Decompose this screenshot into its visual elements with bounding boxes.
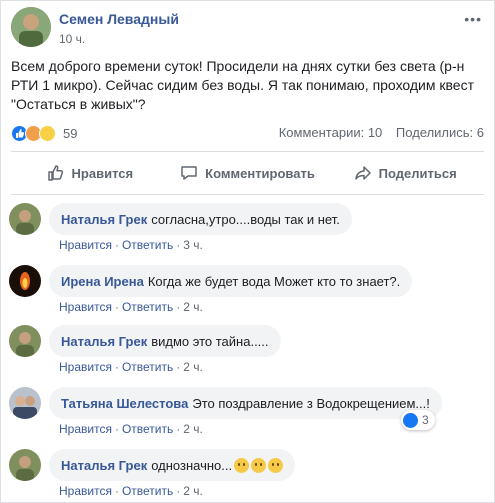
comment-reply-link[interactable]: Ответить (122, 238, 173, 252)
comment-reply-link[interactable]: Ответить (122, 360, 173, 374)
commenter-avatar[interactable] (9, 325, 41, 357)
commenter-avatar[interactable] (9, 203, 41, 235)
commenter-avatar[interactable] (9, 265, 41, 297)
comment-like-link[interactable]: Нравится (59, 238, 112, 252)
commenter-name[interactable]: Ирена Ирена (61, 274, 144, 289)
comment-text: согласна,утро....воды так и нет. (151, 211, 340, 227)
comment-like-link[interactable]: Нравится (59, 422, 112, 436)
like-button[interactable]: Нравится (11, 152, 169, 194)
comment-bubble: Наталья Грек согласна,утро....воды так и… (49, 203, 352, 235)
comment-bubble: Наталья Грек видмо это тайна..... (49, 325, 281, 357)
shares-count[interactable]: Поделились: 6 (396, 125, 484, 140)
comment-like-link[interactable]: Нравится (59, 484, 112, 498)
reactions-count: 59 (63, 125, 78, 141)
comment-text: Когда же будет вода Может кто то знает?. (147, 273, 401, 289)
comment-text: однозначно... (151, 457, 233, 473)
comment-meta: Нравится · Ответить · 3 ч. (59, 238, 203, 252)
comment-meta: Нравится · Ответить · 2 ч. (59, 484, 203, 498)
comment-reply-link[interactable]: Ответить (122, 422, 173, 436)
comment-meta: Нравится · Ответить · 2 ч. (59, 422, 203, 436)
comment-bubble: Ирена Ирена Когда же будет вода Может кт… (49, 265, 413, 297)
share-button[interactable]: Поделиться (326, 152, 484, 194)
comment-time[interactable]: 2 ч. (183, 300, 203, 314)
share-icon (354, 166, 371, 180)
thinking-emoji-icon (251, 457, 267, 473)
comment-button[interactable]: Комментировать (169, 152, 327, 194)
comment-time[interactable]: 2 ч. (183, 422, 203, 436)
thinking-emoji-icon (268, 457, 284, 473)
action-bar: Нравится Комментировать Поделиться (11, 151, 484, 195)
author-name[interactable]: Семен Левадный (59, 11, 179, 27)
thinking-emoji-icon (234, 457, 250, 473)
comment-time[interactable]: 2 ч. (183, 484, 203, 498)
post-text: Всем доброго времени суток! Просидели на… (11, 58, 474, 112)
reactions-summary[interactable]: 59 (11, 124, 77, 142)
comment-like-link[interactable]: Нравится (59, 360, 112, 374)
commenter-avatar[interactable] (9, 449, 41, 481)
share-button-label: Поделиться (378, 165, 457, 181)
comment-time[interactable]: 3 ч. (183, 238, 203, 252)
thumbs-up-icon (47, 165, 63, 181)
author-avatar[interactable] (11, 7, 51, 47)
comment-reply-link[interactable]: Ответить (122, 300, 173, 314)
comment-icon (181, 166, 197, 180)
commenter-name[interactable]: Татьяна Шелестова (61, 396, 188, 411)
post-card: Семен Левадный 10 ч. ••• Всем доброго вр… (0, 0, 495, 503)
post-timestamp[interactable]: 10 ч. (59, 32, 85, 46)
comment-like-count[interactable]: 3 (401, 410, 435, 430)
comment-like-link[interactable]: Нравится (59, 300, 112, 314)
comments-count[interactable]: Комментарии: 10 (279, 125, 383, 140)
comment-button-label: Комментировать (205, 165, 315, 181)
commenter-name[interactable]: Наталья Грек (61, 458, 147, 473)
like-button-label: Нравится (71, 165, 134, 181)
comment-text: видмо это тайна..... (151, 333, 269, 349)
comment-bubble: Наталья Грек однозначно... (49, 449, 296, 481)
comment-reply-link[interactable]: Ответить (122, 484, 173, 498)
comment-meta: Нравится · Ответить · 2 ч. (59, 360, 203, 374)
comment-time[interactable]: 2 ч. (183, 360, 203, 374)
commenter-name[interactable]: Наталья Грек (61, 212, 147, 227)
post-stats: Комментарии: 10 Поделились: 6 (269, 125, 484, 140)
comment-text: Это поздравление з Водокрещением...! (192, 395, 430, 411)
more-options-icon[interactable]: ••• (464, 11, 482, 27)
comment-likes: 3 (422, 413, 429, 427)
like-reaction-icon (403, 412, 418, 428)
comment-bubble: Татьяна Шелестова Это поздравление з Вод… (49, 387, 442, 419)
commenter-avatar[interactable] (9, 387, 41, 419)
wow-reaction-icon (39, 124, 56, 142)
comment-meta: Нравится · Ответить · 2 ч. (59, 300, 203, 314)
commenter-name[interactable]: Наталья Грек (61, 334, 147, 349)
